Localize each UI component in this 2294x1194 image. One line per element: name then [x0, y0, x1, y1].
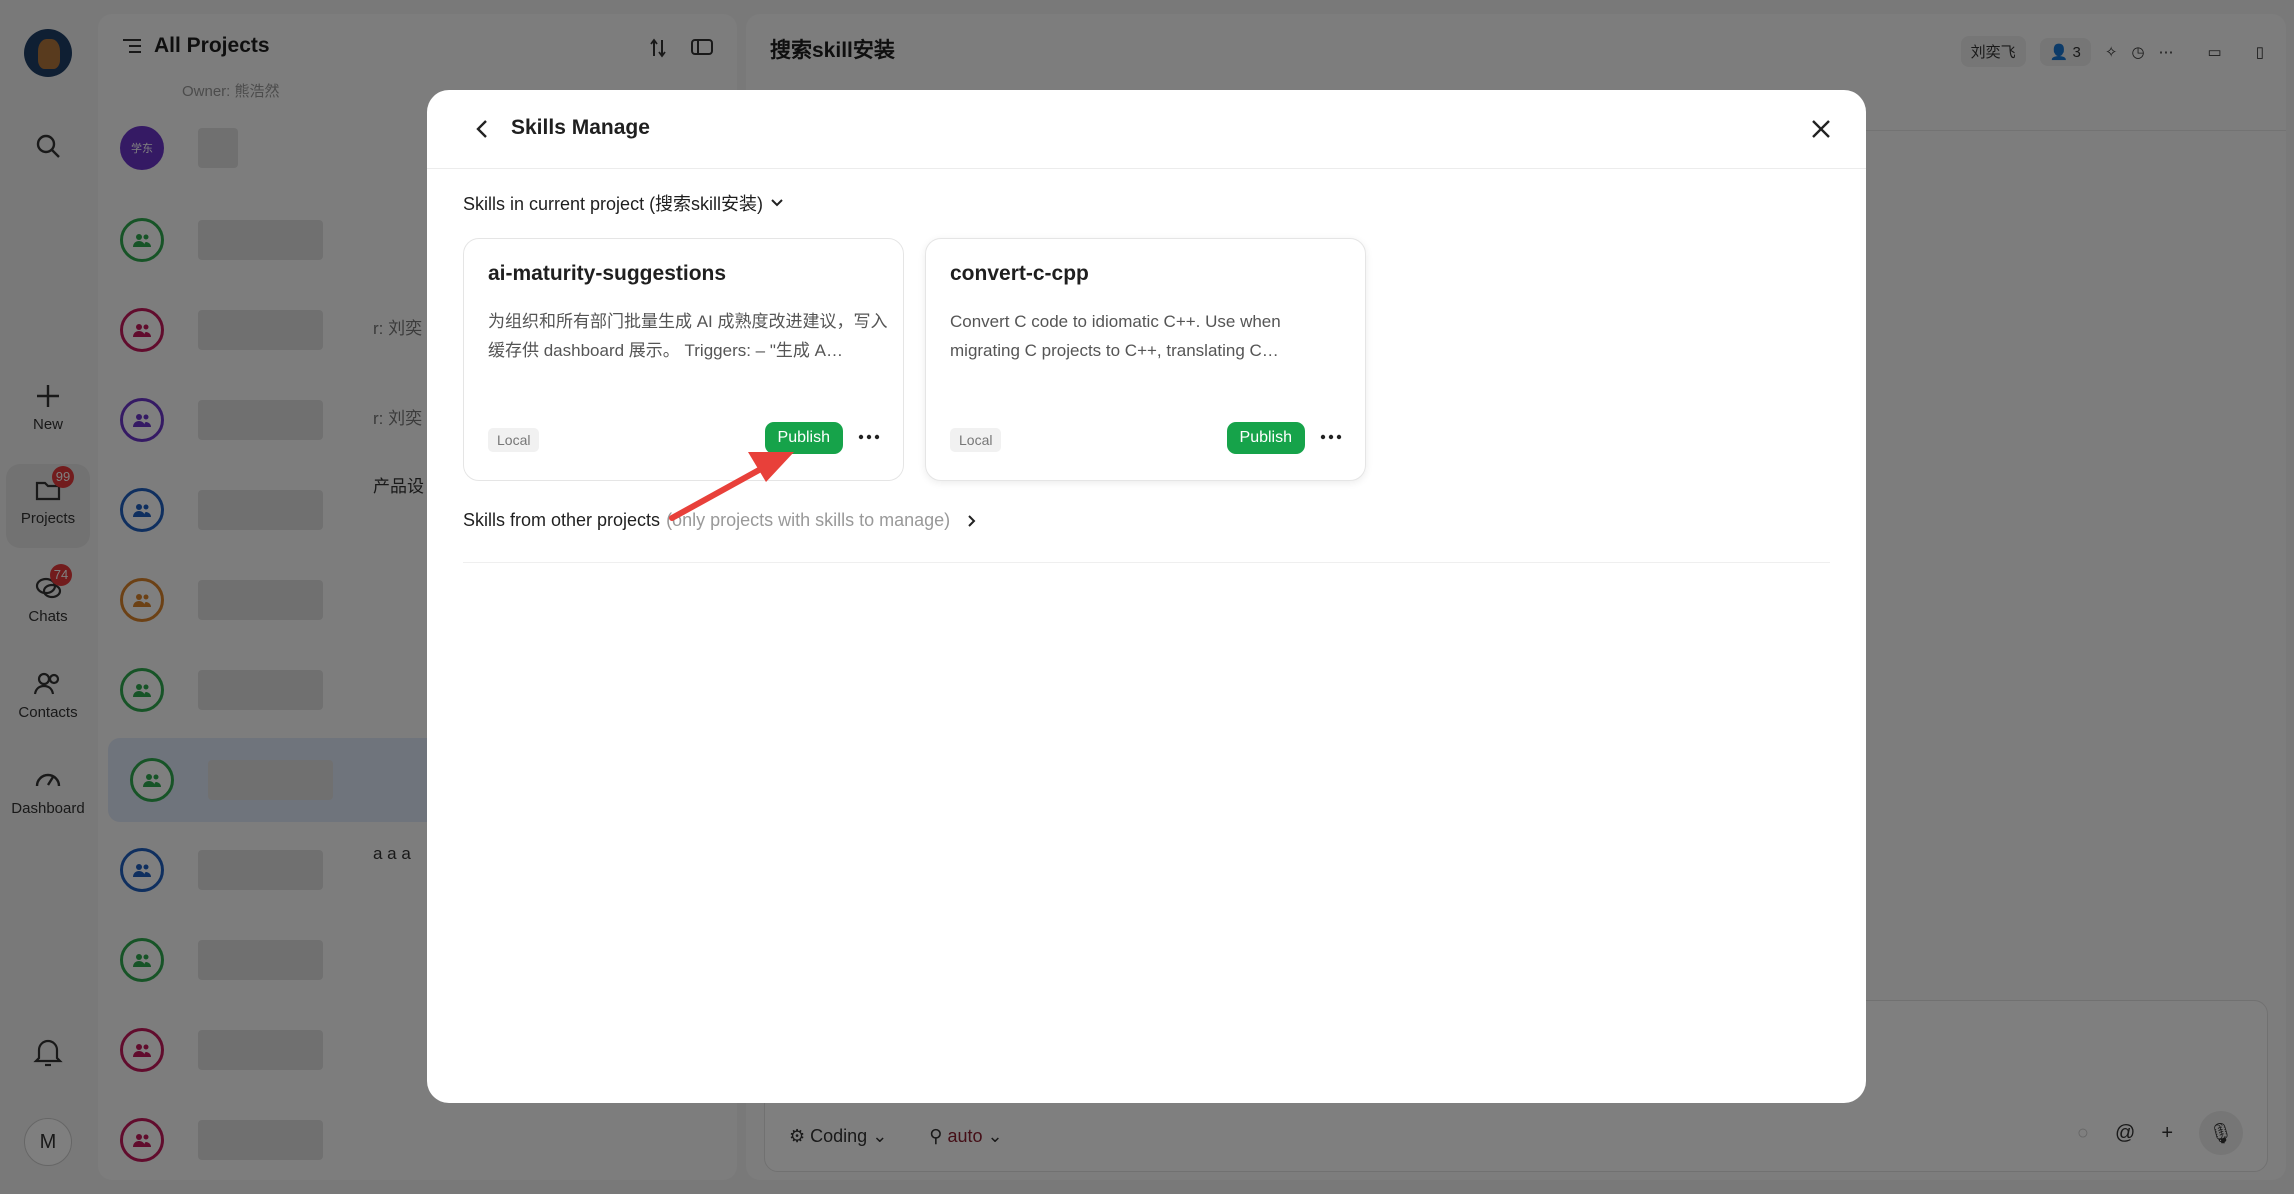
close-icon[interactable] — [1806, 114, 1836, 144]
more-options-icon[interactable] — [855, 423, 883, 451]
other-projects-section[interactable]: Skills from other projects (only project… — [463, 510, 980, 531]
other-projects-hint: (only projects with skills to manage) — [666, 510, 951, 530]
skill-source-tag: Local — [488, 428, 540, 452]
publish-button[interactable]: Publish — [1226, 422, 1305, 454]
current-project-label: Skills in current project (搜索skill安装) — [463, 194, 764, 214]
skill-source-tag: Local — [950, 428, 1002, 452]
current-project-section[interactable]: Skills in current project (搜索skill安装) — [463, 190, 785, 216]
dialog-header: Skills Manage — [427, 90, 1866, 169]
skill-name: convert-c-cpp — [950, 262, 1089, 285]
chevron-right-icon — [968, 514, 976, 527]
publish-button[interactable]: Publish — [764, 422, 843, 454]
dialog-title: Skills Manage — [511, 116, 650, 139]
chevron-down-icon — [771, 199, 783, 207]
skill-name: ai-maturity-suggestions — [488, 262, 727, 285]
more-options-icon[interactable] — [1317, 423, 1345, 451]
back-arrow-icon[interactable] — [469, 115, 497, 143]
skill-card[interactable]: ai-maturity-suggestions 为组织和所有部门批量生成 AI … — [463, 238, 904, 481]
skills-manage-dialog: Skills Manage Skills in current project … — [427, 90, 1866, 1103]
section-divider — [463, 562, 1830, 563]
skill-description: Convert C code to idiomatic C++. Use whe… — [950, 312, 1281, 360]
other-projects-label: Skills from other projects — [463, 510, 661, 530]
skill-description: 为组织和所有部门批量生成 AI 成熟度改进建议，写入缓存供 dashboard … — [488, 312, 888, 360]
skill-card[interactable]: convert-c-cpp Convert C code to idiomati… — [925, 238, 1366, 481]
